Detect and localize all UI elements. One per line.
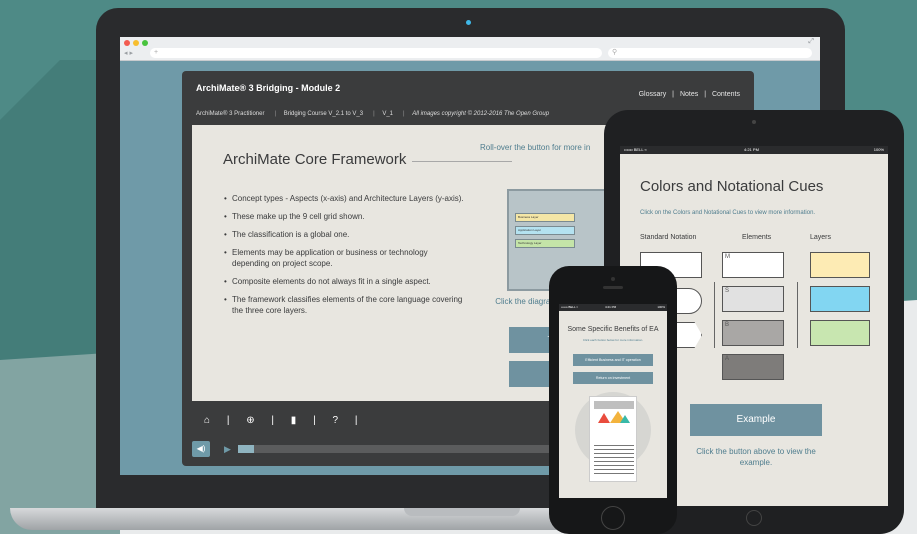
fullscreen-icon[interactable]: ⤢ <box>808 38 814 46</box>
infographic-header <box>594 401 634 409</box>
divider <box>797 282 798 348</box>
link-separator: | <box>704 91 707 98</box>
diagram-row-technology: Technology Layer <box>515 239 575 248</box>
tool-separator: | <box>354 415 358 426</box>
column-layers: Layers <box>810 234 832 241</box>
infographic-shape <box>598 413 610 423</box>
layer-swatch-technology[interactable] <box>810 320 870 346</box>
back-forward-icon[interactable]: ◂ ▸ <box>124 49 133 57</box>
phone-home-button[interactable] <box>601 506 625 530</box>
phone-status-bar: •••oo BELL ≈ 4:21 PM 100% <box>559 304 667 311</box>
battery-label: 100% <box>873 147 884 152</box>
progress-bar[interactable] <box>238 445 558 453</box>
diagram-row-application: Application Layer <box>515 226 575 235</box>
carrier-label: •••oo BELL ≈ <box>624 147 647 152</box>
module-title: ArchiMate® 3 Bridging - Module 2 <box>196 83 341 93</box>
layer-swatch-business[interactable] <box>810 252 870 278</box>
tablet-title: Colors and Notational Cues <box>640 178 824 195</box>
benefit-button-efficient-operation[interactable]: Efficient Business and IT operation <box>573 354 653 366</box>
maximize-window-icon[interactable] <box>142 40 148 46</box>
chat-icon[interactable]: ▮ <box>291 415 297 426</box>
meta-separator: | <box>373 111 375 117</box>
column-standard-notation: Standard Notation <box>640 234 697 241</box>
course-name: ArchiMate® 3 Practitioner <box>196 111 265 117</box>
home-icon[interactable]: ⌂ <box>204 415 210 426</box>
bullet-item: Composite elements do not always fit in … <box>224 276 464 287</box>
address-bar[interactable]: + <box>150 48 602 58</box>
element-swatch-m[interactable]: M <box>722 252 784 278</box>
column-elements: Elements <box>742 234 772 241</box>
course-version: V_1 <box>382 111 393 117</box>
divider <box>714 282 715 348</box>
globe-icon[interactable]: ⊕ <box>246 415 254 426</box>
contents-link[interactable]: Contents <box>712 91 740 98</box>
speaker-icon[interactable]: ◀) <box>192 441 210 457</box>
top-links: Glossary | Notes | Contents <box>637 91 742 98</box>
tablet-home-button[interactable] <box>746 510 762 526</box>
browser-search-input[interactable]: ⚲ <box>608 48 812 58</box>
phone-camera <box>611 277 615 281</box>
bullet-item: Elements may be application or business … <box>224 247 464 269</box>
slide-title: ArchiMate Core Framework <box>223 151 407 168</box>
tablet-status-bar: •••oo BELL ≈ 4:21 PM 100% <box>620 146 888 154</box>
bullet-item: These make up the 9 cell grid shown. <box>224 211 464 222</box>
help-icon[interactable]: ? <box>332 415 338 426</box>
link-separator: | <box>672 91 674 98</box>
bullet-item: Concept types - Aspects (x-axis) and Arc… <box>224 193 464 204</box>
bottom-toolbar: ⌂ | ⊕ | ▮ | ? | <box>204 415 371 426</box>
phone-screen: •••oo BELL ≈ 4:21 PM 100% Some Specific … <box>559 304 667 498</box>
notes-link[interactable]: Notes <box>680 91 698 98</box>
element-swatch-s[interactable]: S <box>722 286 784 312</box>
infographic-image <box>589 396 637 482</box>
bridging-course: Bridging Course V_2.1 to V_3 <box>283 111 364 117</box>
tablet-subtitle: Click on the Colors and Notational Cues … <box>640 210 816 216</box>
rollover-hint: Roll-over the button for more in <box>480 143 591 152</box>
tablet-camera <box>752 120 756 124</box>
infographic-text-lines <box>594 445 634 477</box>
meta-separator: | <box>274 111 277 117</box>
browser-toolbar: ◂ ▸ + ⚲ ⤢ <box>120 37 820 61</box>
title-rule <box>412 161 512 162</box>
bullet-item: The classification is a global one. <box>224 229 464 240</box>
infographic-shape <box>620 415 630 423</box>
bullet-item: The framework classifies elements of the… <box>224 294 464 316</box>
tool-separator: | <box>313 415 316 426</box>
status-time: 4:21 PM <box>744 147 759 152</box>
bullet-list: Concept types - Aspects (x-axis) and Arc… <box>224 193 464 323</box>
battery-label: 100% <box>657 305 665 309</box>
layer-swatch-application[interactable] <box>810 286 870 312</box>
tool-separator: | <box>226 415 230 426</box>
element-swatch-a[interactable]: A <box>722 354 784 380</box>
status-time: 4:21 PM <box>605 305 617 309</box>
phone-title: Some Specific Benefits of EA <box>567 326 659 333</box>
progress-fill <box>238 445 254 453</box>
example-button[interactable]: Example <box>690 404 822 436</box>
laptop-notch <box>404 508 520 516</box>
phone-frame: •••oo BELL ≈ 4:21 PM 100% Some Specific … <box>549 266 677 534</box>
course-meta-row: ArchiMate® 3 Practitioner | Bridging Cour… <box>196 111 553 117</box>
tool-separator: | <box>271 415 274 426</box>
element-swatch-b[interactable]: B <box>722 320 784 346</box>
laptop-camera <box>466 20 471 25</box>
copyright-notice: All images copyright © 2012-2016 The Ope… <box>412 111 550 117</box>
meta-separator: | <box>403 111 405 117</box>
example-hint: Click the button above to view the examp… <box>696 447 816 467</box>
benefit-button-roi[interactable]: Return on investment <box>573 372 653 384</box>
glossary-link[interactable]: Glossary <box>639 91 667 98</box>
phone-speaker <box>603 286 623 289</box>
minimize-window-icon[interactable] <box>133 40 139 46</box>
carrier-label: •••oo BELL ≈ <box>561 305 579 309</box>
diagram-row-business: Business Layer <box>515 213 575 222</box>
play-icon[interactable]: ▶ <box>224 444 231 455</box>
close-window-icon[interactable] <box>124 40 130 46</box>
phone-subtitle: Click each button below for more informa… <box>582 338 644 342</box>
